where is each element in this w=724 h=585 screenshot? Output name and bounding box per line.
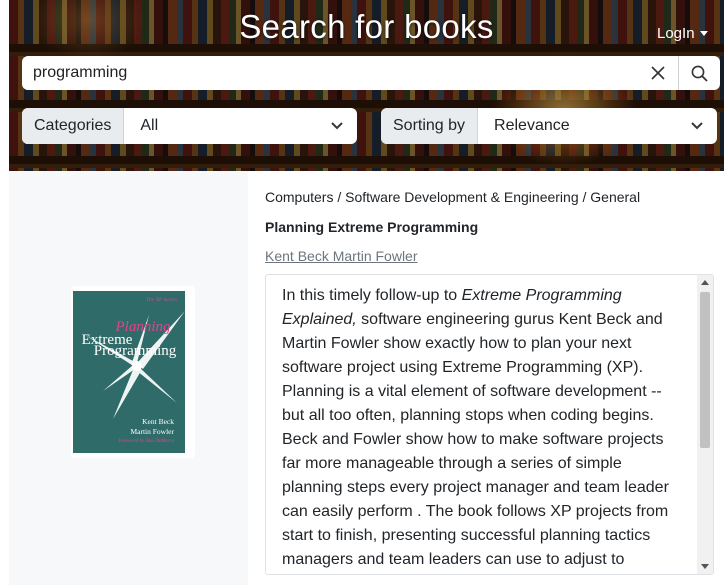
sorting-label: Sorting by — [381, 108, 479, 144]
book-cover-frame[interactable]: The XP Series Planning Extreme Programmi… — [71, 286, 195, 458]
book-authors-link[interactable]: Kent Beck Martin Fowler — [265, 248, 418, 264]
sorting-value: Relevance — [494, 117, 570, 134]
description-scrollbar[interactable] — [697, 275, 713, 574]
login-label: LogIn — [657, 25, 695, 42]
categories-select[interactable]: All — [124, 108, 357, 144]
book-cover: The XP Series Planning Extreme Programmi… — [73, 291, 185, 453]
search-bar — [22, 56, 720, 90]
description-intro: In this timely follow-up to — [282, 287, 462, 304]
cover-series: The XP Series — [146, 297, 177, 303]
categories-filter: Categories All — [22, 108, 357, 144]
search-header: Search for books LogIn Categories All S — [9, 0, 724, 171]
chevron-down-icon — [691, 122, 703, 130]
caret-down-icon — [699, 31, 708, 36]
scroll-down-arrow-icon[interactable] — [701, 564, 709, 569]
search-icon — [691, 65, 708, 82]
description-body: software engineering gurus Kent Beck and… — [282, 311, 669, 568]
login-dropdown[interactable]: LogIn — [657, 25, 708, 42]
book-description: In this timely follow-up to Extreme Prog… — [282, 284, 674, 574]
category-breadcrumb: Computers / Software Development & Engin… — [265, 189, 641, 205]
page-title: Search for books — [239, 8, 494, 45]
chevron-down-icon — [331, 122, 343, 130]
book-description-box[interactable]: In this timely follow-up to Extreme Prog… — [265, 274, 714, 575]
scrollbar-thumb[interactable] — [700, 292, 710, 448]
sorting-filter: Sorting by Relevance — [381, 108, 717, 144]
cover-author-1: Kent Beck — [142, 417, 174, 426]
close-icon — [651, 66, 665, 80]
cover-foreword: Foreword by Tom DeMarco — [117, 439, 174, 444]
book-title: Planning Extreme Programming — [265, 219, 479, 235]
book-cover-panel: The XP Series Planning Extreme Programmi… — [9, 171, 248, 585]
categories-label: Categories — [22, 108, 125, 144]
cover-title-word-3: Programming — [94, 343, 177, 359]
scroll-up-arrow-icon[interactable] — [701, 280, 709, 285]
search-button[interactable] — [678, 56, 720, 90]
categories-value: All — [140, 117, 159, 134]
cover-author-2: Martin Fowler — [130, 427, 174, 436]
clear-search-button[interactable] — [638, 56, 678, 90]
search-input[interactable] — [22, 56, 638, 90]
sorting-select[interactable]: Relevance — [478, 108, 717, 144]
